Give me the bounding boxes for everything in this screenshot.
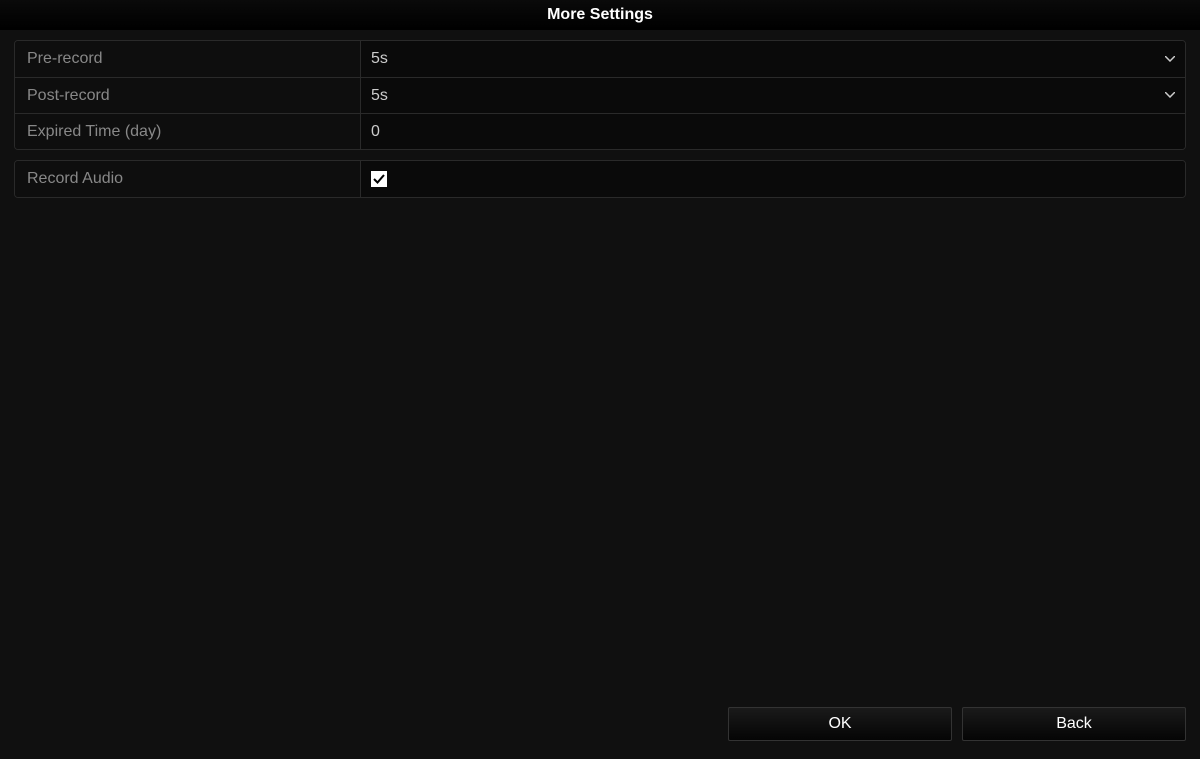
pre-record-label: Pre-record [15,41,361,77]
expired-time-input[interactable]: 0 [371,123,1175,141]
content-area: Pre-record 5s Post-record 5s [0,30,1200,703]
window-title: More Settings [547,6,653,24]
expired-time-input-cell: 0 [361,114,1185,149]
pre-record-value: 5s [371,50,1175,68]
post-record-select[interactable]: 5s [361,78,1185,113]
expired-time-row: Expired Time (day) 0 [15,113,1185,149]
post-record-label: Post-record [15,78,361,113]
ok-button[interactable]: OK [728,707,952,741]
back-button[interactable]: Back [962,707,1186,741]
settings-window: More Settings Pre-record 5s Post-record … [0,0,1200,759]
record-audio-group: Record Audio [14,160,1186,198]
titlebar: More Settings [0,0,1200,30]
post-record-row: Post-record 5s [15,77,1185,113]
checkmark-icon [373,173,385,185]
pre-record-select[interactable]: 5s [361,41,1185,77]
record-audio-checkbox[interactable] [371,171,387,187]
record-audio-label: Record Audio [15,161,361,197]
record-audio-row: Record Audio [15,161,1185,197]
footer: OK Back [0,703,1200,759]
pre-record-row: Pre-record 5s [15,41,1185,77]
post-record-value: 5s [371,87,1175,105]
recording-time-group: Pre-record 5s Post-record 5s [14,40,1186,150]
record-audio-cell [361,161,1185,197]
expired-time-label: Expired Time (day) [15,114,361,149]
